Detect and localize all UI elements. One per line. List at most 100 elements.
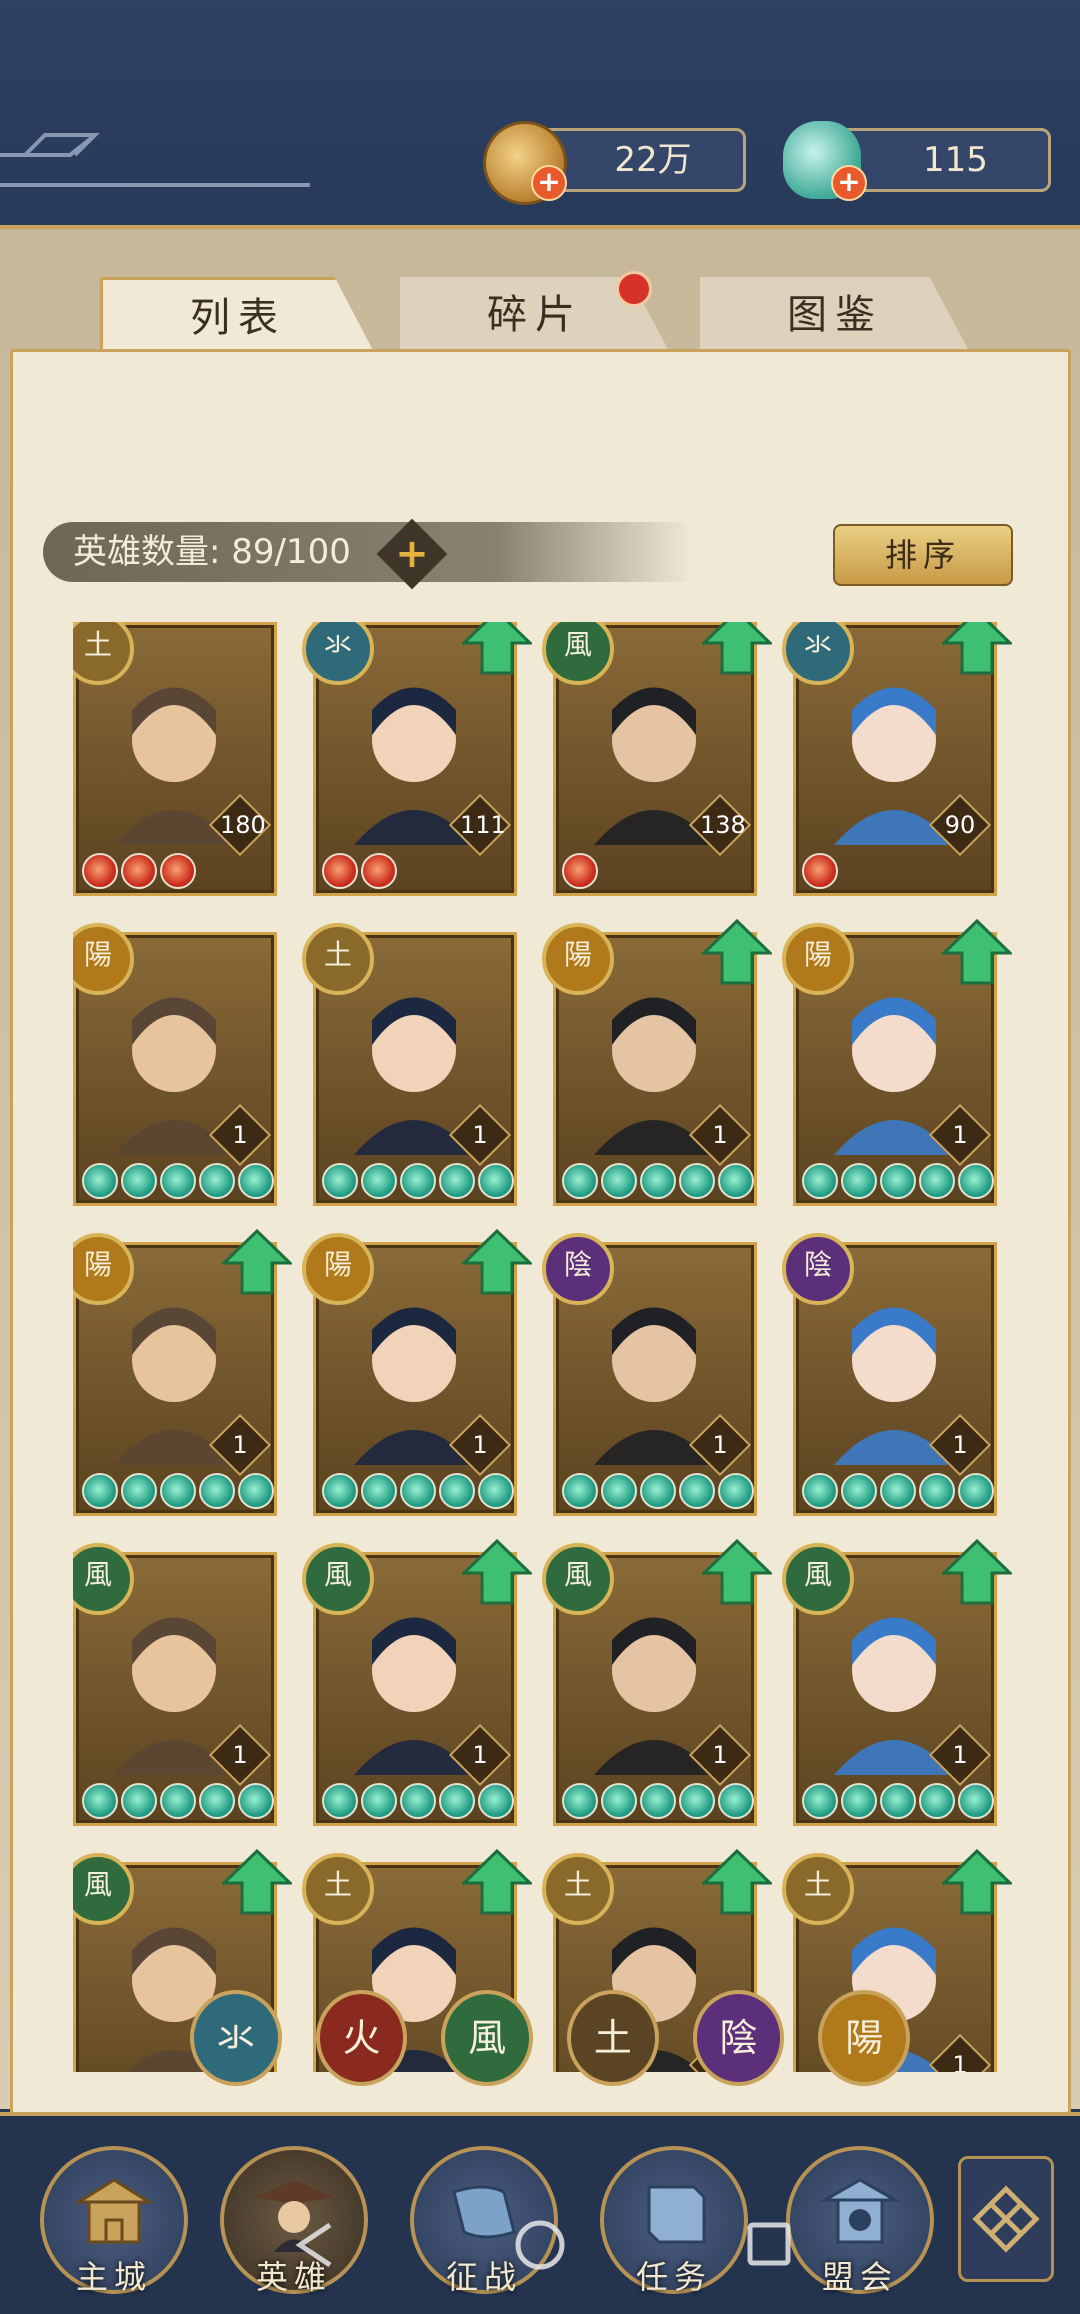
recents-icon [747,2222,791,2266]
star-icon [880,1163,916,1199]
coin-resource[interactable]: + 22万 [483,121,746,205]
star-icon [82,853,118,889]
sort-button[interactable]: 排序 [833,524,1013,586]
star-icon [919,1783,955,1819]
element-badge: 風 [782,1543,854,1615]
star-icon [802,1473,838,1509]
star-icon [919,1473,955,1509]
star-rating [82,853,196,889]
hero-card[interactable]: 土 180 [73,622,277,896]
filter-fire-button[interactable]: 火 [315,1990,408,2086]
filter-yin-button[interactable]: 陰 [692,1990,785,2086]
star-icon [478,1473,514,1509]
star-icon [199,1473,235,1509]
hero-card[interactable]: 氺 111 [302,622,532,896]
star-icon [238,1473,274,1509]
add-jade-button[interactable]: + [831,165,867,201]
hero-card[interactable]: 陰1 [542,1233,757,1516]
star-rating [322,1163,514,1199]
star-icon [238,1783,274,1819]
hero-level: 1 [472,1121,488,1149]
element-badge: 陽 [302,1233,374,1305]
star-icon [718,1163,754,1199]
hero-card[interactable]: 風 138 [542,622,772,896]
star-icon [121,1783,157,1819]
element-badge: 土 [302,923,374,995]
hero-level: 1 [712,1121,728,1149]
star-icon [199,1783,235,1819]
star-icon [361,1473,397,1509]
hero-grid: 土 180 氺 111 風 138 氺 90 陽 1 土 1 陽 1 陽 1 陽 1 陽 1 陰 1 陰 1 風 1 風 1 風 1 風 1 風… [73,622,1033,2072]
hero-card[interactable]: 風1 [302,1539,532,1826]
star-icon [439,1783,475,1819]
element-badge: 陰 [542,1233,614,1305]
star-rating [802,1473,994,1509]
star-icon [361,1783,397,1819]
hero-card[interactable]: 陽1 [302,1229,532,1516]
star-rating [562,1783,754,1819]
plus-icon: + [394,530,429,577]
hero-card[interactable]: 陽1 [542,919,772,1206]
star-rating [82,1163,274,1199]
hero-card[interactable]: 氺 90 [782,622,1012,896]
tab-list[interactable]: 列表 [100,277,376,356]
element-badge: 陰 [782,1233,854,1305]
star-icon [958,1473,994,1509]
hero-level: 1 [952,1431,968,1459]
star-icon [640,1163,676,1199]
filter-wind-button[interactable]: 風 [441,1990,534,2086]
element-badge: 風 [542,1543,614,1615]
star-icon [160,853,196,889]
star-icon [562,1163,598,1199]
star-rating [82,1783,274,1819]
star-icon [718,1783,754,1819]
star-icon [958,1783,994,1819]
star-icon [958,1163,994,1199]
hero-card[interactable]: 風1 [782,1539,1012,1826]
star-icon [601,1163,637,1199]
star-icon [439,1473,475,1509]
expand-capacity-button[interactable]: + [376,518,448,589]
star-rating [322,1783,514,1819]
star-icon [322,1473,358,1509]
hero-card[interactable]: 風1 [73,1543,277,1826]
hero-card[interactable]: 土1 [302,923,517,1206]
star-icon [640,1783,676,1819]
home-icon [515,2220,565,2270]
star-icon [880,1783,916,1819]
hero-card[interactable]: 風1 [542,1539,772,1826]
hero-level: 1 [472,1741,488,1769]
star-icon [802,1163,838,1199]
jade-resource[interactable]: + 115 [783,121,1051,201]
star-icon [238,1163,274,1199]
hero-card[interactable]: 陰1 [782,1233,997,1516]
hero-card[interactable]: 陽1 [73,1229,292,1516]
star-rating [82,1473,274,1509]
hero-card[interactable]: 陽1 [782,919,1012,1206]
upgrade-arrow-icon [942,1849,1012,1915]
upgrade-arrow-icon [702,1849,772,1915]
hero-card[interactable]: 陽1 [73,923,277,1206]
hero-level: 1 [712,1431,728,1459]
star-icon [82,1783,118,1819]
tab-codex[interactable]: 图鉴 [700,277,970,353]
star-icon [322,1783,358,1819]
star-icon [562,1783,598,1819]
filter-water-button[interactable]: 氺 [190,1990,282,2086]
star-icon [601,1783,637,1819]
star-icon [361,853,397,889]
notification-dot [616,271,652,307]
star-rating [802,1163,994,1199]
star-icon [82,1473,118,1509]
hero-level: 1 [472,1431,488,1459]
hero-level: 1 [952,2051,968,2072]
add-coin-button[interactable]: + [531,165,567,201]
star-icon [199,1163,235,1199]
filter-earth-button[interactable]: 土 [567,1990,659,2086]
upgrade-arrow-icon [942,1539,1012,1605]
element-badge: 土 [782,1853,854,1925]
hero-level: 1 [712,1741,728,1769]
star-icon [601,1473,637,1509]
top-resource-bar: + 22万 + 115 [0,0,1080,229]
filter-yang-button[interactable]: 陽 [818,1990,911,2086]
